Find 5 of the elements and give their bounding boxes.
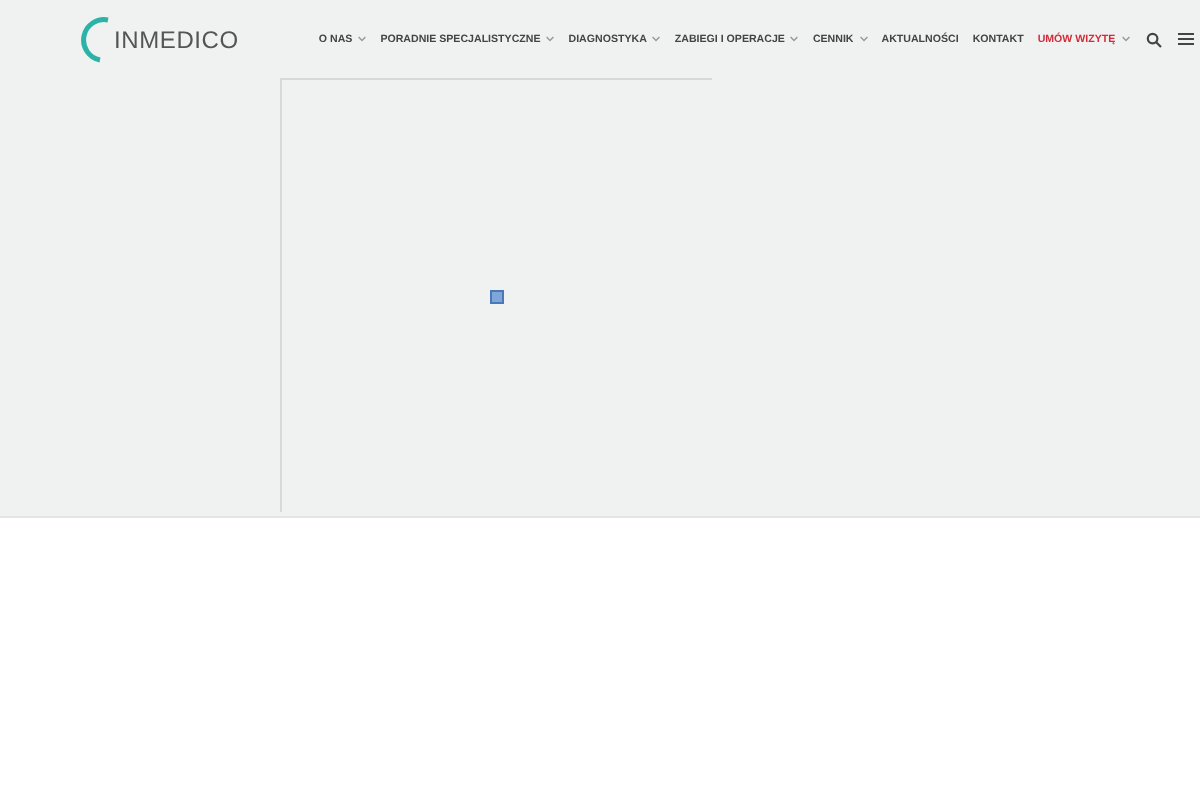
menu-icon[interactable] (1177, 32, 1194, 46)
search-icon[interactable] (1145, 31, 1162, 47)
logo-arc-icon (80, 15, 112, 63)
logo[interactable]: INMEDICO (80, 15, 239, 63)
broken-image-icon (490, 289, 504, 303)
